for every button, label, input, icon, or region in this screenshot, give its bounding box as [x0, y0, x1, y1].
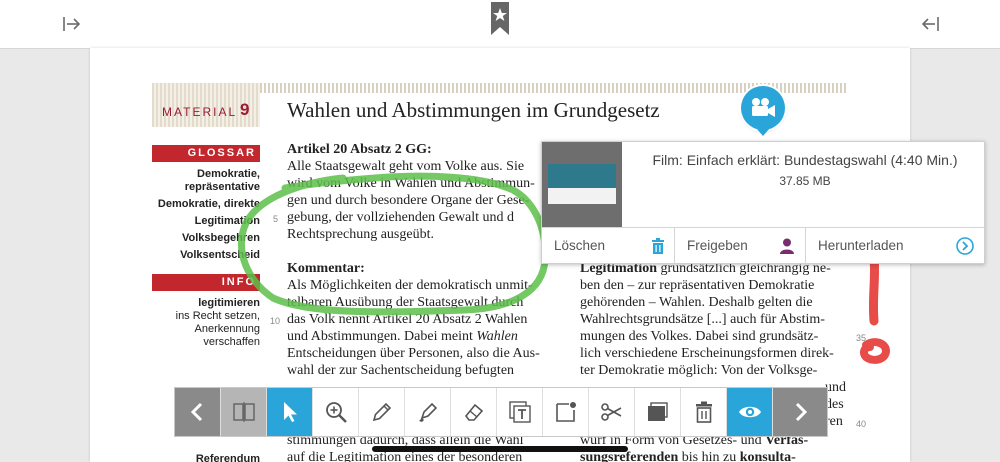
right-line: Wahlrechtsgrundsätze [...] auch für Abst…	[580, 312, 825, 327]
chevron-right-circle-icon	[956, 237, 974, 255]
right-line: gehörenden – Wahlen. Deshalb gelten die	[580, 295, 813, 310]
horizontal-scrollbar[interactable]	[372, 446, 628, 452]
thumbnail-image	[548, 164, 616, 204]
info-text: verschaffen	[203, 336, 260, 348]
user-icon	[780, 238, 794, 254]
material-label: MATERIAL	[162, 105, 238, 119]
right-bold-term: konsulta-	[739, 450, 796, 462]
line-number: 40	[856, 419, 867, 429]
commentary-line-text: und Abstimmungen. Dabei meint	[287, 329, 477, 344]
eraser-icon	[464, 403, 484, 421]
next-page-button[interactable]	[773, 388, 827, 436]
previous-page-button[interactable]	[175, 388, 221, 436]
video-marker-button[interactable]	[741, 86, 785, 136]
chevron-right-icon	[795, 402, 808, 422]
film-title[interactable]: Film: Einfach erklärt: Bundestagswahl (4…	[634, 152, 976, 168]
text-box-icon	[509, 401, 531, 423]
delete-button[interactable]: Löschen	[542, 228, 675, 264]
thumbnail-band	[548, 164, 616, 188]
visibility-toggle-button[interactable]	[727, 388, 773, 436]
bookmark-icon[interactable]	[489, 2, 511, 36]
green-ink-annotation[interactable]	[225, 160, 560, 320]
page-title: Wahlen und Abstimmungen im Grundgesetz	[287, 98, 660, 122]
scissors-icon	[601, 403, 622, 421]
info-text: Anerkennung	[194, 323, 260, 335]
note-icon	[556, 402, 576, 422]
eraser-tool-button[interactable]	[451, 388, 497, 436]
select-tool-button[interactable]	[267, 388, 313, 436]
bottom-toolbar	[174, 387, 828, 437]
commentary-line: und Abstimmungen. Dabei meint Wahlen	[287, 328, 518, 345]
red-ink-annotation[interactable]	[852, 255, 900, 375]
delete-label: Löschen	[554, 238, 606, 253]
file-size: 37.85 MB	[779, 174, 831, 188]
popup-pointer	[756, 128, 770, 136]
right-line: ben den – zur repräsentativen Demokratie	[580, 278, 815, 293]
video-camera-icon	[752, 98, 775, 117]
commentary-line: wahl der zur Sachentscheidung befugten	[287, 363, 515, 378]
eye-icon	[739, 406, 761, 418]
cut-tool-button[interactable]	[589, 388, 635, 436]
trash-icon	[696, 401, 712, 423]
commentary-line: Entscheidungen über Personen, also die A…	[287, 346, 540, 361]
download-label: Herunterladen	[818, 238, 904, 253]
top-bar	[0, 0, 1000, 49]
screen-icon	[648, 402, 668, 421]
glossar-term[interactable]: Referendum	[152, 453, 260, 462]
highlighter-tool-button[interactable]	[405, 388, 451, 436]
screen-tool-button[interactable]	[635, 388, 681, 436]
book-view-button[interactable]	[221, 388, 267, 436]
chevron-left-icon	[190, 402, 203, 422]
share-label: Freigeben	[687, 238, 748, 253]
text-tool-button[interactable]	[497, 388, 543, 436]
expand-left-icon[interactable]	[918, 12, 942, 36]
right-line: und	[825, 380, 846, 395]
popup-actions: Löschen Freigeben Herunterladen	[542, 227, 984, 264]
book-icon	[233, 402, 255, 422]
pencil-icon	[372, 402, 392, 422]
video-thumbnail[interactable]	[542, 142, 622, 227]
share-button[interactable]: Freigeben	[675, 228, 806, 264]
delete-tool-button[interactable]	[681, 388, 727, 436]
zoom-in-icon	[326, 402, 347, 423]
note-tool-button[interactable]	[543, 388, 589, 436]
highlighter-icon	[419, 402, 438, 422]
right-line: mungen des Volkes. Dabei sind grundsätz-	[580, 329, 819, 344]
download-button[interactable]: Herunterladen	[806, 228, 984, 264]
right-line: ter Demokratie möglich: Von der Volksge-	[580, 363, 818, 378]
pen-tool-button[interactable]	[359, 388, 405, 436]
right-line-text: bis hin zu	[678, 450, 740, 462]
trash-icon	[652, 238, 664, 254]
commentary-emphasis: Wahlen	[476, 329, 518, 344]
article-heading: Artikel 20 Absatz 2 GG:	[287, 142, 432, 157]
expand-right-icon[interactable]	[60, 12, 84, 36]
material-number: 9	[240, 100, 250, 119]
zoom-tool-button[interactable]	[313, 388, 359, 436]
pointer-icon	[284, 402, 297, 422]
right-line: lich verschiedene Erscheinungsformen dir…	[580, 346, 834, 361]
media-popup: Film: Einfach erklärt: Bundestagswahl (4…	[541, 141, 985, 264]
